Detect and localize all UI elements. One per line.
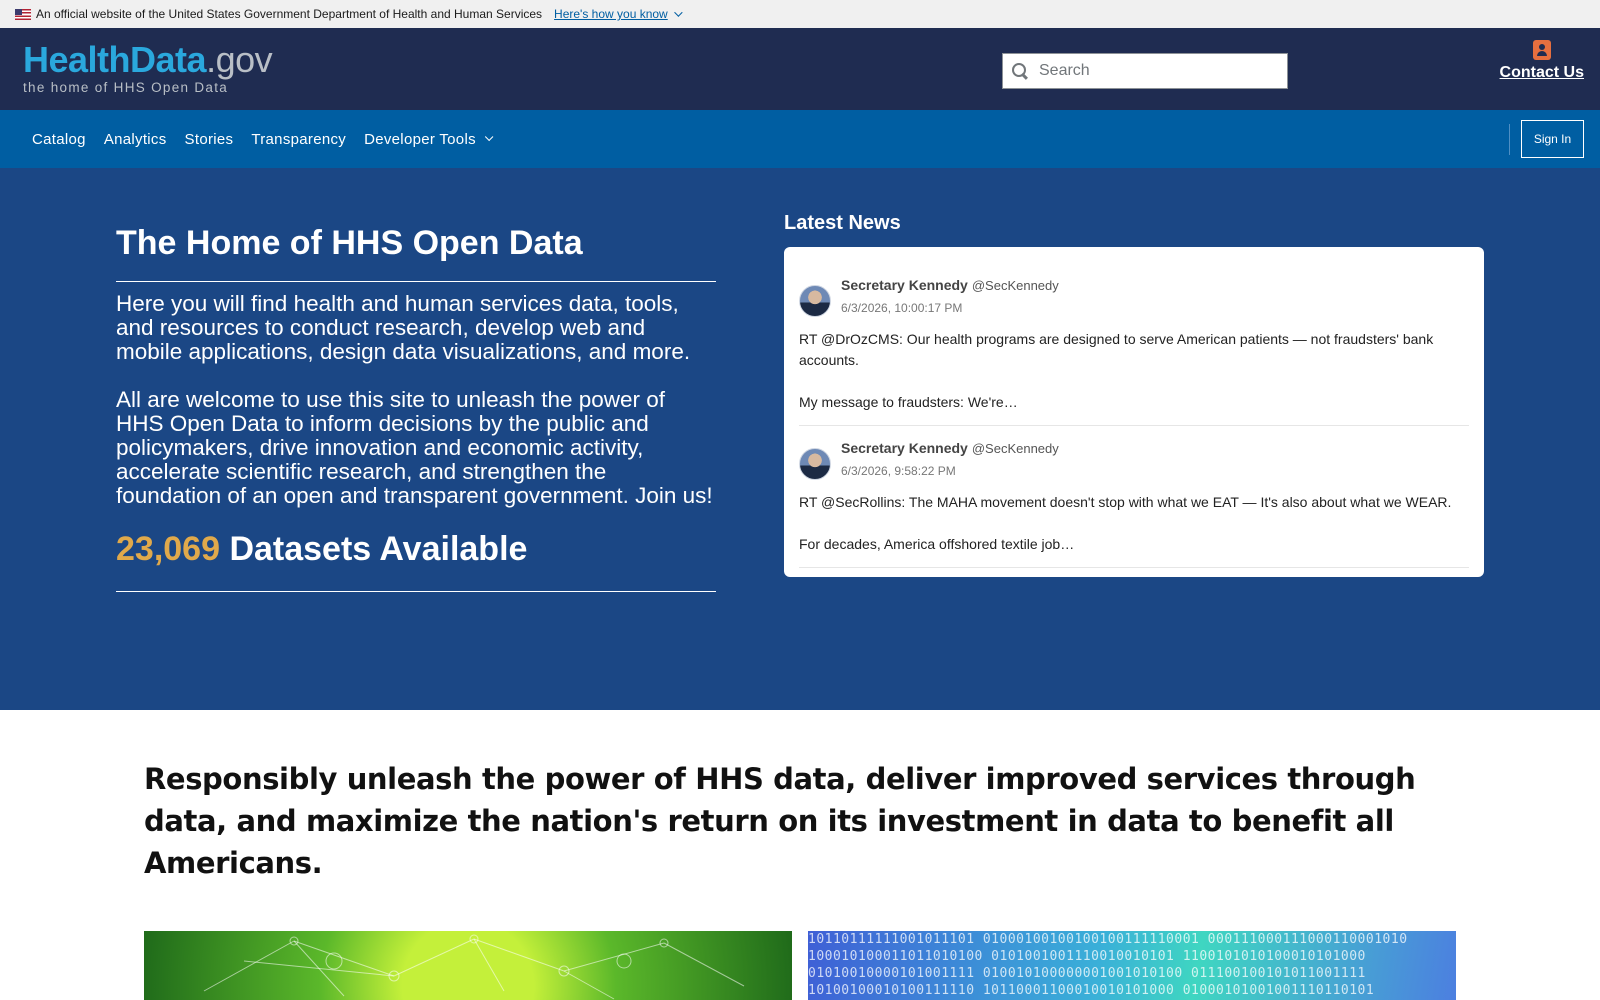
feature-image-binary[interactable]: 10110111111001011101 0100010010010010011… bbox=[808, 931, 1456, 1000]
tweet-meta: Secretary Kennedy @SecKennedy 6/3/2026, 9… bbox=[841, 440, 1059, 478]
hero-paragraph-2: All are welcome to use this site to unle… bbox=[116, 387, 713, 508]
nav-item-transparency[interactable]: Transparency bbox=[251, 131, 346, 148]
contact-us-label: Contact Us bbox=[1499, 64, 1584, 81]
tweet-header: Secretary Kennedy @SecKennedy 6/3/2026, 1… bbox=[799, 277, 1469, 317]
chevron-down-icon bbox=[673, 8, 683, 17]
tweet-text: RT @DrOzCMS: Our health programs are des… bbox=[799, 331, 1434, 410]
nav-item-stories[interactable]: Stories bbox=[185, 131, 234, 148]
chevron-down-icon bbox=[484, 132, 494, 142]
nav-item-developer-tools-label: Developer Tools bbox=[364, 130, 476, 148]
how-you-know-link[interactable]: Here's how you know bbox=[554, 7, 683, 21]
tweet-item[interactable]: Secretary Kennedy @SecKennedy 6/3/2026, 1… bbox=[799, 267, 1469, 426]
logo-wordmark: HealthData.gov bbox=[23, 39, 273, 80]
feature-image-network[interactable] bbox=[144, 931, 792, 1000]
us-flag-icon bbox=[15, 8, 31, 20]
hero-section: The Home of HHS Open Data Here you will … bbox=[0, 168, 1600, 710]
search-input[interactable] bbox=[1039, 62, 1279, 80]
hero-paragraph-1: Here you will find health and human serv… bbox=[116, 291, 691, 364]
nav-item-catalog[interactable]: Catalog bbox=[32, 131, 86, 148]
tweet-text: RT @SecRollins: The MAHA movement doesn'… bbox=[799, 494, 1452, 552]
gov-banner: An official website of the United States… bbox=[0, 0, 1600, 28]
tweet-handle[interactable]: @SecKennedy bbox=[972, 278, 1059, 293]
tweet-meta: Secretary Kennedy @SecKennedy 6/3/2026, 1… bbox=[841, 277, 1059, 315]
hero-intro: The Home of HHS Open Data Here you will … bbox=[116, 224, 716, 592]
avatar[interactable] bbox=[799, 448, 831, 480]
latest-news-heading: Latest News bbox=[784, 212, 901, 234]
main-nav: Catalog Analytics Stories Transparency D… bbox=[0, 110, 1600, 168]
how-you-know-label: Here's how you know bbox=[554, 7, 668, 21]
site-header: HealthData.gov the home of HHS Open Data… bbox=[0, 28, 1600, 110]
tweet-header: Secretary Kennedy @SecKennedy 6/3/2026, 9… bbox=[799, 440, 1469, 480]
nav-divider bbox=[1509, 124, 1510, 155]
nav-item-developer-tools[interactable]: Developer Tools bbox=[364, 130, 494, 148]
dataset-label: Datasets Available bbox=[229, 530, 528, 568]
tweet-timestamp[interactable]: 6/3/2026, 10:00:17 PM bbox=[841, 301, 1059, 315]
contact-us-link[interactable]: Contact Us bbox=[1500, 40, 1584, 82]
sign-in-button[interactable]: Sign In bbox=[1521, 120, 1584, 158]
news-feed: Secretary Kennedy @SecKennedy 6/3/2026, 1… bbox=[784, 247, 1484, 577]
network-graphic bbox=[203, 934, 745, 1000]
nav-item-analytics[interactable]: Analytics bbox=[104, 131, 167, 148]
tweet-author[interactable]: Secretary Kennedy bbox=[841, 277, 968, 293]
datasets-available[interactable]: 23,069 Datasets Available bbox=[116, 530, 716, 592]
search-box[interactable] bbox=[1002, 53, 1288, 89]
dataset-count: 23,069 bbox=[116, 530, 220, 568]
tweet-timestamp[interactable]: 6/3/2026, 9:58:22 PM bbox=[841, 464, 1059, 478]
contact-icon bbox=[1532, 40, 1551, 60]
tweet-handle[interactable]: @SecKennedy bbox=[972, 441, 1059, 456]
logo-gov: .gov bbox=[206, 39, 273, 80]
hero-title: The Home of HHS Open Data bbox=[116, 224, 716, 282]
site-logo[interactable]: HealthData.gov the home of HHS Open Data bbox=[23, 39, 273, 96]
logo-tagline: the home of HHS Open Data bbox=[23, 80, 229, 95]
gov-banner-text: An official website of the United States… bbox=[36, 7, 543, 21]
tweet-author[interactable]: Secretary Kennedy bbox=[841, 440, 968, 456]
binary-pattern: 10110111111001011101 0100010010010010011… bbox=[808, 932, 1408, 998]
avatar[interactable] bbox=[799, 285, 831, 317]
tweet-item[interactable]: Secretary Kennedy @SecKennedy 6/3/2026, 9… bbox=[799, 426, 1469, 568]
search-icon[interactable] bbox=[1011, 62, 1029, 80]
mission-statement: Responsibly unleash the power of HHS dat… bbox=[144, 762, 1416, 880]
logo-healthdata: HealthData bbox=[23, 39, 207, 80]
